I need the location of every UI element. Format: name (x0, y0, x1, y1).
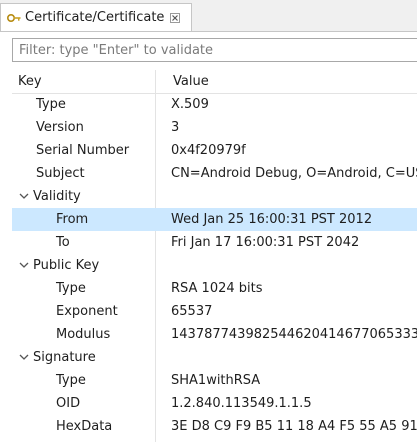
tree-row-serial-number[interactable]: Serial Number 0x4f20979f (12, 139, 417, 162)
tree-row-modulus[interactable]: Modulus 14378774398254462041467706533305… (12, 323, 417, 346)
row-value: 0x4f20979f (171, 143, 246, 158)
close-icon[interactable] (169, 12, 181, 24)
row-value: Fri Jan 17 16:00:31 PST 2042 (171, 235, 360, 250)
tree-row-version[interactable]: Version 3 (12, 116, 417, 139)
editor-tab-bar: Certificate/Certificate (0, 0, 417, 32)
chevron-down-icon[interactable] (16, 185, 32, 208)
tree-row-type[interactable]: Type X.509 (12, 93, 417, 116)
row-key: Version (36, 120, 84, 135)
row-value: RSA 1024 bits (171, 281, 263, 296)
key-icon (7, 11, 21, 25)
group-label: Validity (33, 189, 81, 204)
tree-row-pk-type[interactable]: Type RSA 1024 bits (12, 277, 417, 300)
column-header-value[interactable]: Value (171, 70, 417, 93)
group-label: Public Key (33, 258, 100, 273)
filter-input[interactable] (12, 38, 417, 62)
tree-row-to[interactable]: To Fri Jan 17 16:00:31 PST 2042 (12, 231, 417, 254)
row-value: X.509 (171, 97, 209, 112)
tab-certificate[interactable]: Certificate/Certificate (0, 3, 192, 31)
tree-row-subject[interactable]: Subject CN=Android Debug, O=Android, C=U… (12, 162, 417, 185)
row-value: 143787743982544620414677065333059 (171, 327, 417, 342)
row-value: CN=Android Debug, O=Android, C=US (171, 166, 417, 181)
certificate-tree: Key Value Type X.509 Version 3 Serial Nu… (12, 70, 417, 438)
tree-row-hexdata[interactable]: HexData 3E D8 C9 F9 B5 11 18 A4 F5 55 A5… (12, 415, 417, 438)
tree-row-oid[interactable]: OID 1.2.840.113549.1.1.5 (12, 392, 417, 415)
row-key: Subject (36, 166, 85, 181)
tree-group-signature[interactable]: Signature (12, 346, 417, 369)
tree-row-sig-type[interactable]: Type SHA1withRSA (12, 369, 417, 392)
row-value: 3E D8 C9 F9 B5 11 18 A4 F5 55 A5 91 (171, 419, 417, 434)
row-value: SHA1withRSA (171, 373, 261, 388)
group-label: Signature (33, 350, 96, 365)
tree-row-exponent[interactable]: Exponent 65537 (12, 300, 417, 323)
row-value: 3 (171, 120, 180, 135)
tree-row-from[interactable]: From Wed Jan 25 16:00:31 PST 2012 (12, 208, 417, 231)
chevron-down-icon[interactable] (16, 346, 32, 369)
column-header-row: Key Value (12, 70, 417, 93)
column-header-key[interactable]: Key (12, 70, 173, 93)
chevron-down-icon[interactable] (16, 254, 32, 277)
row-value: Wed Jan 25 16:00:31 PST 2012 (171, 212, 373, 227)
row-value: 1.2.840.113549.1.1.5 (171, 396, 312, 411)
tree-group-validity[interactable]: Validity (12, 185, 417, 208)
tab-label: Certificate/Certificate (25, 10, 165, 25)
tree-group-public-key[interactable]: Public Key (12, 254, 417, 277)
row-key: Type (36, 97, 66, 112)
row-key: Serial Number (36, 143, 130, 158)
row-value: 65537 (171, 304, 213, 319)
